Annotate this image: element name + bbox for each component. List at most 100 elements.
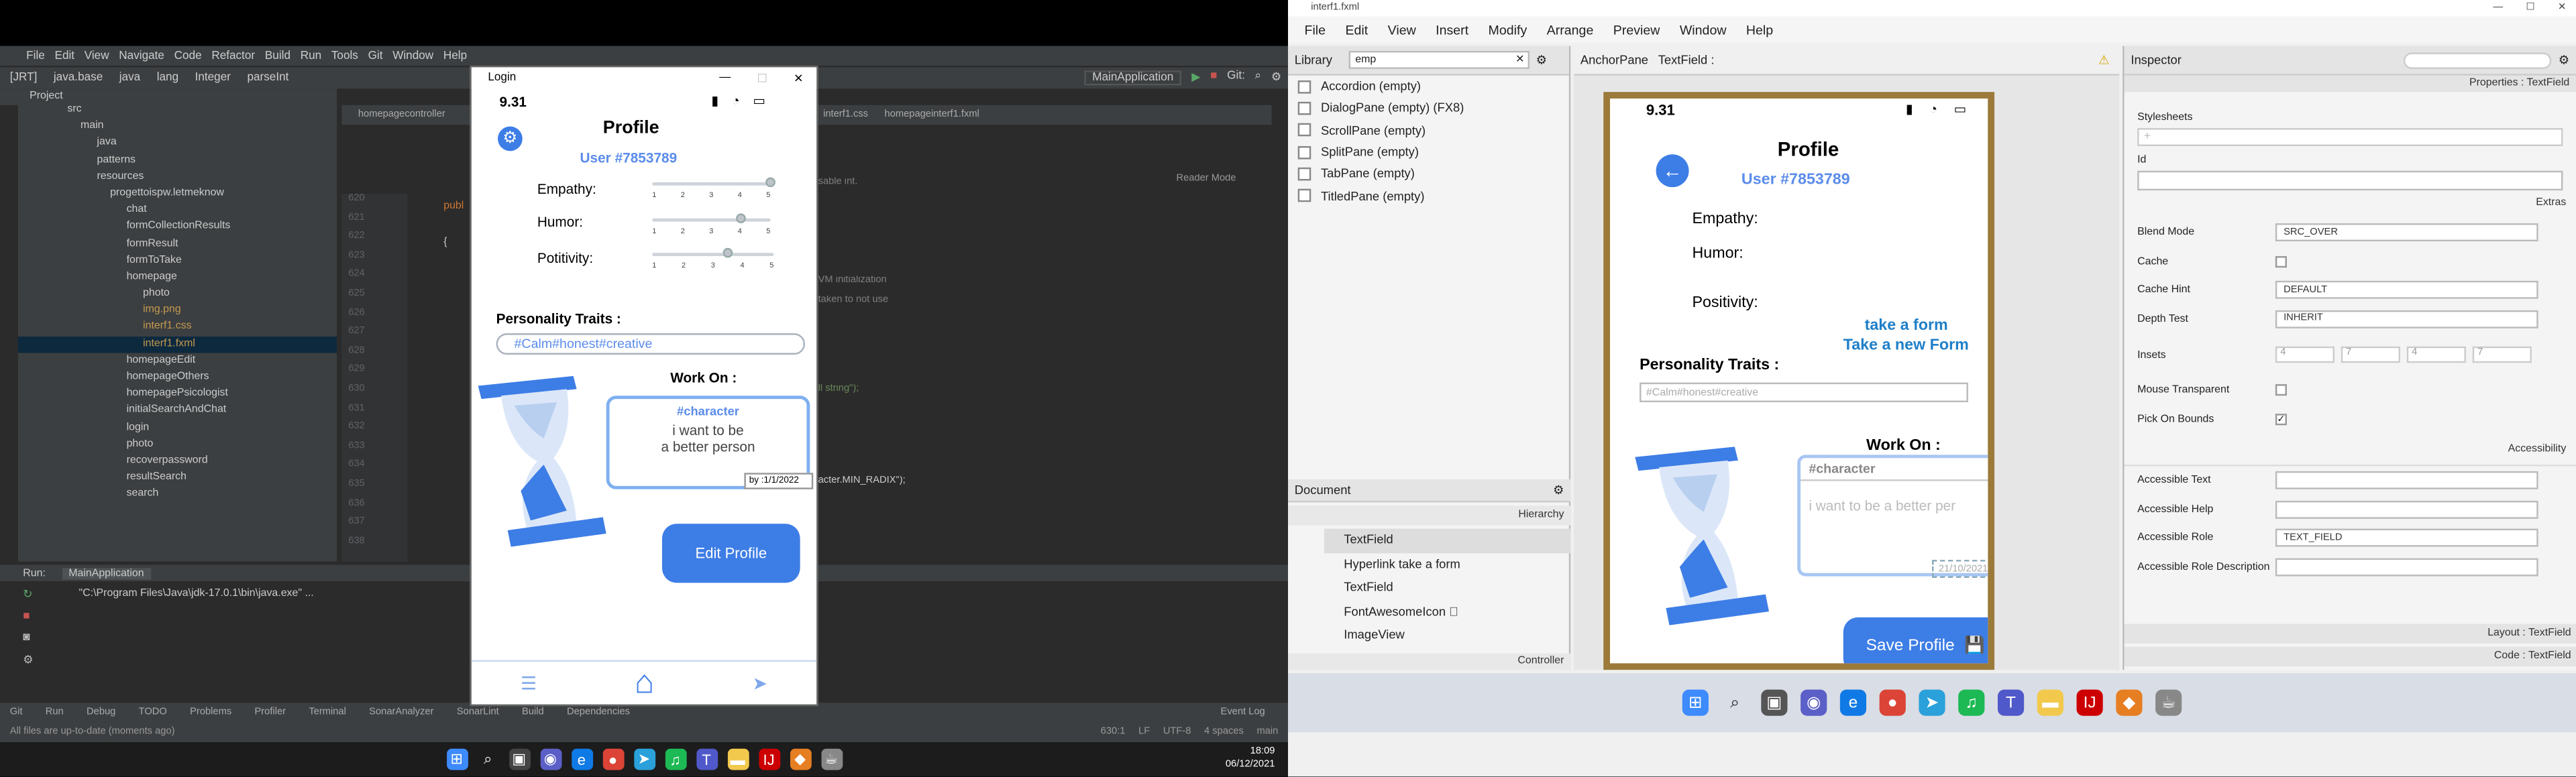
library-item[interactable]: Accordion (empty) bbox=[1288, 76, 1569, 98]
clear-icon[interactable]: ✕ bbox=[1515, 52, 1524, 67]
tool-sonaranalyzer[interactable]: SonarAnalyzer bbox=[369, 708, 433, 718]
minimize-icon[interactable]: — bbox=[2493, 0, 2504, 16]
depth-test-select[interactable]: INHERIT bbox=[2275, 310, 2538, 328]
stop-icon[interactable]: ■ bbox=[1210, 70, 1217, 85]
hierarchy-item[interactable]: TextField bbox=[1324, 528, 1571, 553]
tool-profiler[interactable]: Profiler bbox=[254, 708, 286, 718]
maximize-icon[interactable]: ☐ bbox=[2526, 0, 2535, 16]
taskview-icon[interactable]: ▣ bbox=[1761, 689, 1788, 716]
menu-file[interactable]: File bbox=[1304, 22, 1326, 37]
tree-item[interactable]: photo bbox=[18, 436, 337, 453]
tree-item[interactable]: homepageOthers bbox=[18, 369, 337, 386]
tree-item[interactable]: homepage bbox=[18, 269, 337, 286]
gear-icon[interactable]: ⚙ bbox=[1553, 483, 1564, 497]
close-icon[interactable]: ✕ bbox=[794, 72, 803, 84]
gear-icon[interactable]: ⚙ bbox=[1271, 70, 1281, 85]
status-indent[interactable]: 4 spaces bbox=[1204, 727, 1244, 737]
close-icon[interactable]: ✕ bbox=[2558, 0, 2566, 16]
spotify-icon[interactable]: ♫ bbox=[1958, 689, 1985, 716]
menu-code[interactable]: Code bbox=[174, 50, 202, 62]
work-tag[interactable]: #character bbox=[1801, 458, 1988, 481]
layout-header[interactable]: Layout : TextField bbox=[2124, 623, 2576, 644]
work-date[interactable]: by :1/1/2022 bbox=[744, 473, 814, 489]
back-arrow-icon[interactable]: ← bbox=[1656, 154, 1689, 188]
tab-interf1-css[interactable]: interf1.css bbox=[823, 110, 868, 120]
menu-refactor[interactable]: Refactor bbox=[211, 50, 255, 62]
tool-build[interactable]: Build bbox=[522, 708, 544, 718]
tool-problems[interactable]: Problems bbox=[190, 708, 231, 718]
menu-git[interactable]: Git bbox=[368, 50, 383, 62]
slider-knob[interactable] bbox=[723, 247, 733, 258]
library-item[interactable]: TabPane (empty) bbox=[1288, 163, 1569, 185]
teams-icon[interactable]: T bbox=[1997, 689, 2025, 716]
tab-homepagecontroller[interactable]: homepagecontroller bbox=[358, 110, 445, 120]
tree-item[interactable]: formResult bbox=[18, 235, 337, 252]
minimize-icon[interactable]: — bbox=[719, 72, 731, 85]
cache-checkbox[interactable] bbox=[2275, 255, 2287, 267]
library-item[interactable]: DialogPane (empty) (FX8) bbox=[1288, 97, 1569, 119]
mouse-transparent-checkbox[interactable] bbox=[2275, 384, 2287, 396]
search-icon[interactable]: ⌕ bbox=[477, 749, 498, 770]
menu-tools[interactable]: Tools bbox=[331, 50, 358, 62]
tree-item[interactable]: img.png bbox=[18, 302, 337, 319]
tree-item[interactable]: interf1.fxml bbox=[17, 336, 337, 353]
tab-homepageinterf1-fxml[interactable]: homepageinterf1.fxml bbox=[885, 110, 979, 120]
tool-debug[interactable]: Debug bbox=[87, 708, 115, 718]
hierarchy-item[interactable]: FontAwesomeIcon   bbox=[1324, 600, 1570, 624]
take-new-form-link[interactable]: Take a new Form bbox=[1843, 337, 1969, 355]
tree-item[interactable]: resultSearch bbox=[18, 470, 337, 487]
java-icon[interactable]: ☕ bbox=[820, 748, 843, 770]
positivity-slider[interactable]: 12345 bbox=[652, 247, 774, 270]
tree-item[interactable]: initialSearchAndChat bbox=[18, 403, 337, 420]
start-icon[interactable]: ⊞ bbox=[445, 748, 468, 770]
crumb-0[interactable]: [JRT] bbox=[10, 72, 38, 84]
inset-bottom[interactable]: 4 bbox=[2406, 346, 2466, 363]
maximize-icon[interactable]: ☐ bbox=[757, 72, 767, 84]
menu-preview[interactable]: Preview bbox=[1613, 22, 1660, 37]
taskview-icon[interactable]: ▣ bbox=[508, 748, 530, 770]
library-search-input[interactable]: emp ✕ bbox=[1348, 50, 1529, 69]
preview-phone[interactable]: 9.31 ▮ ◔ ▭ ← Profile User #7853789 Empat… bbox=[1603, 92, 1995, 670]
app-icon[interactable]: ◆ bbox=[2116, 689, 2143, 716]
edge-icon[interactable]: e bbox=[571, 748, 592, 770]
menu-window[interactable]: Window bbox=[1680, 22, 1727, 37]
run-config-select[interactable]: MainApplication bbox=[1083, 70, 1182, 86]
folder-icon[interactable]: ▬ bbox=[727, 748, 749, 770]
menu-arrange[interactable]: Arrange bbox=[1547, 22, 1594, 37]
crumb-3[interactable]: lang bbox=[157, 72, 178, 84]
menu-view[interactable]: View bbox=[1388, 22, 1416, 37]
tree-item[interactable]: src bbox=[18, 102, 337, 119]
hierarchy-header[interactable]: Hierarchy bbox=[1288, 505, 1571, 526]
telegram-icon[interactable]: ➤ bbox=[633, 748, 655, 770]
tool-terminal[interactable]: Terminal bbox=[309, 708, 346, 718]
tree-item[interactable]: patterns bbox=[18, 152, 337, 169]
controller-header[interactable]: Controller bbox=[1288, 653, 1571, 670]
tree-item[interactable]: formCollectionResults bbox=[18, 219, 337, 235]
search-icon[interactable]: ⌕ bbox=[1255, 70, 1262, 85]
gear-icon[interactable]: ⚙ bbox=[2559, 52, 2569, 67]
status-encoding[interactable]: UTF-8 bbox=[1163, 727, 1191, 737]
tree-item[interactable]: chat bbox=[18, 202, 337, 219]
hierarchy-item[interactable]: Hyperlink take a form bbox=[1324, 552, 1570, 577]
intellij-icon[interactable]: IJ bbox=[758, 748, 780, 770]
settings-icon[interactable]: ⚙ bbox=[23, 654, 46, 666]
properties-header[interactable]: Properties : TextField bbox=[2124, 75, 2576, 93]
slider-knob[interactable] bbox=[736, 213, 746, 224]
tree-item[interactable]: recoverpassword bbox=[18, 453, 337, 470]
menu-edit[interactable]: Edit bbox=[55, 50, 75, 62]
sliders-icon[interactable]: ☰ bbox=[521, 673, 537, 695]
slider-knob[interactable] bbox=[765, 177, 775, 188]
telegram-icon[interactable]: ➤ bbox=[1919, 689, 1945, 716]
code-header[interactable]: Code : TextField bbox=[2124, 646, 2576, 667]
save-profile-button[interactable]: Save Profile 💾 bbox=[1843, 617, 1988, 664]
hierarchy-item[interactable]: TextField bbox=[1324, 577, 1570, 601]
crumb-1[interactable]: java.base bbox=[54, 72, 103, 84]
tree-item[interactable]: interf1.css bbox=[18, 319, 337, 336]
chrome-icon[interactable]: ● bbox=[1879, 689, 1906, 716]
tool-todo[interactable]: TODO bbox=[139, 708, 167, 718]
crumb-4[interactable]: Integer bbox=[195, 72, 231, 84]
reader-mode[interactable]: Reader Mode bbox=[1176, 174, 1236, 184]
tool-sonarlint[interactable]: SonarLint bbox=[457, 708, 499, 718]
menu-insert[interactable]: Insert bbox=[1436, 22, 1468, 37]
folder-icon[interactable]: ▬ bbox=[2037, 689, 2063, 716]
